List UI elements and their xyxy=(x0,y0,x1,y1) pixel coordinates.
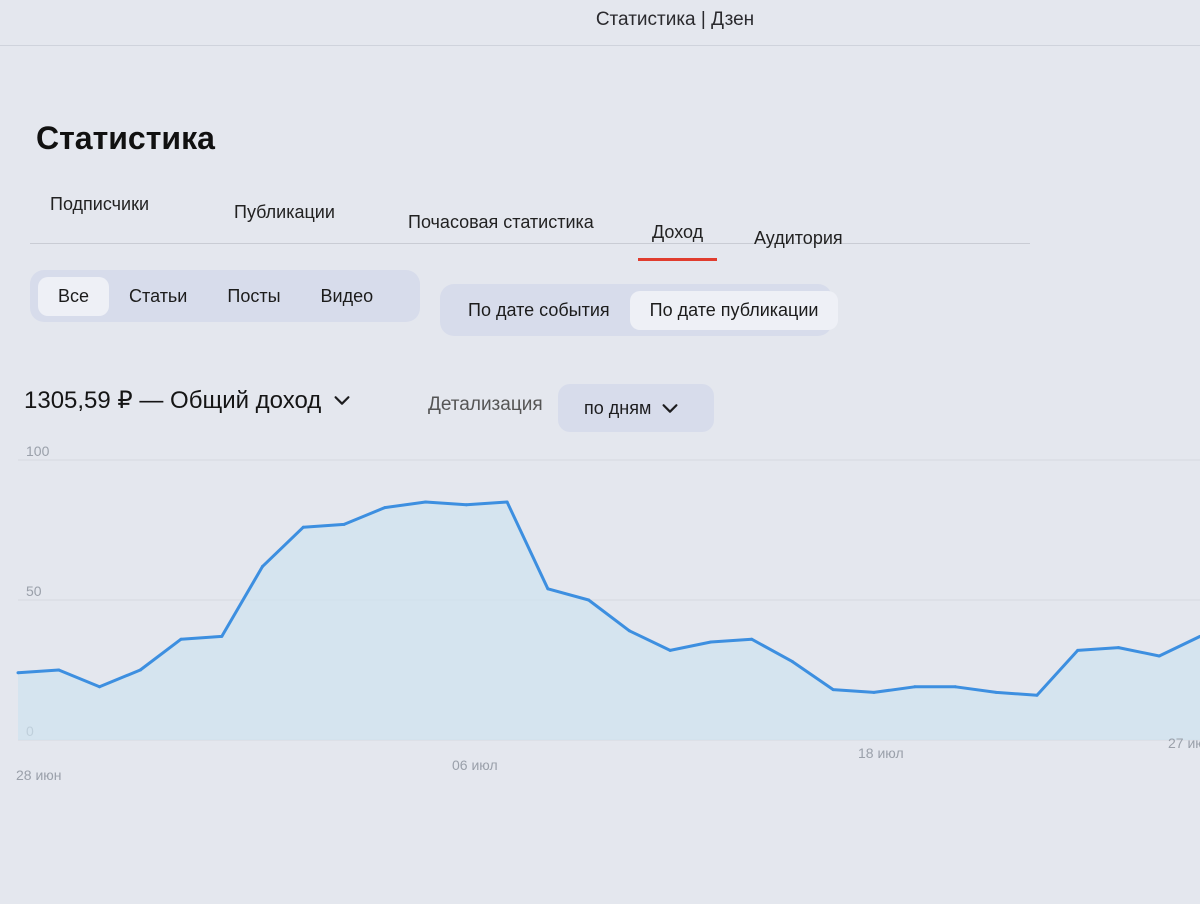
chevron-down-icon xyxy=(662,404,678,413)
data-point xyxy=(505,500,509,504)
filter-articles[interactable]: Статьи xyxy=(109,277,207,316)
x-tick-label: 27 июл xyxy=(1168,735,1200,751)
data-point xyxy=(464,503,468,507)
chevron-down-icon[interactable] xyxy=(331,389,353,411)
data-point xyxy=(57,668,61,672)
series-area xyxy=(18,502,1200,740)
data-point xyxy=(301,525,305,529)
data-point xyxy=(790,660,794,664)
content-type-filter: Все Статьи Посты Видео xyxy=(30,270,420,322)
filter-posts[interactable]: Посты xyxy=(207,277,300,316)
data-point xyxy=(913,685,917,689)
detail-period-select[interactable]: по дням xyxy=(558,384,714,432)
data-point xyxy=(668,648,672,652)
data-point xyxy=(220,634,224,638)
tab-hourly-stats[interactable]: Почасовая статистика xyxy=(408,212,594,233)
data-point xyxy=(179,637,183,641)
data-point xyxy=(627,629,631,633)
data-point xyxy=(709,640,713,644)
tab-income[interactable]: Доход xyxy=(637,222,718,261)
data-point xyxy=(342,522,346,526)
data-point xyxy=(750,637,754,641)
filter-all[interactable]: Все xyxy=(38,276,110,316)
page-title: Статистика xyxy=(36,120,215,156)
x-tick-label: 06 июл xyxy=(452,757,498,773)
data-point xyxy=(383,506,387,510)
data-point xyxy=(953,685,957,689)
income-summary[interactable]: 1305,59 ₽ — Общий доход xyxy=(24,380,353,420)
x-tick-label: 28 июн xyxy=(16,767,62,783)
data-point xyxy=(424,500,428,504)
data-point xyxy=(1076,648,1080,652)
tab-subscribers[interactable]: Подписчики xyxy=(50,194,149,215)
filter-videos[interactable]: Видео xyxy=(301,277,394,316)
x-tick-label: 18 июл xyxy=(858,745,904,761)
tab-audience[interactable]: Аудитория xyxy=(754,228,843,249)
date-mode-filter: По дате события По дате публикации xyxy=(440,284,839,336)
data-point xyxy=(587,598,591,602)
data-point xyxy=(831,688,835,692)
detail-label: Детализация xyxy=(428,394,543,415)
data-point xyxy=(546,587,550,591)
data-point xyxy=(994,690,998,694)
data-point xyxy=(16,671,20,675)
data-point xyxy=(1157,654,1161,658)
data-point xyxy=(98,685,102,689)
stats-tabs: Подписчики Публикации Почасовая статисти… xyxy=(30,184,1030,261)
data-point xyxy=(1116,646,1120,650)
window-title: Статистика | Дзен xyxy=(0,0,1200,46)
data-point xyxy=(261,564,265,568)
income-chart: 10050028 июн06 июл18 июл27 июл xyxy=(16,443,1200,783)
y-tick-label: 100 xyxy=(26,443,50,459)
detail-period-value: по дням xyxy=(584,397,652,418)
data-point xyxy=(872,690,876,694)
filter-by-event-date[interactable]: По дате события xyxy=(448,291,630,330)
y-tick-label: 50 xyxy=(26,583,42,599)
tab-publications[interactable]: Публикации xyxy=(234,202,335,223)
data-point xyxy=(1035,693,1039,697)
total-income-value[interactable]: 1305,59 ₽ — Общий доход xyxy=(24,386,321,415)
filter-by-publication-date[interactable]: По дате публикации xyxy=(629,290,839,330)
data-point xyxy=(138,668,142,672)
